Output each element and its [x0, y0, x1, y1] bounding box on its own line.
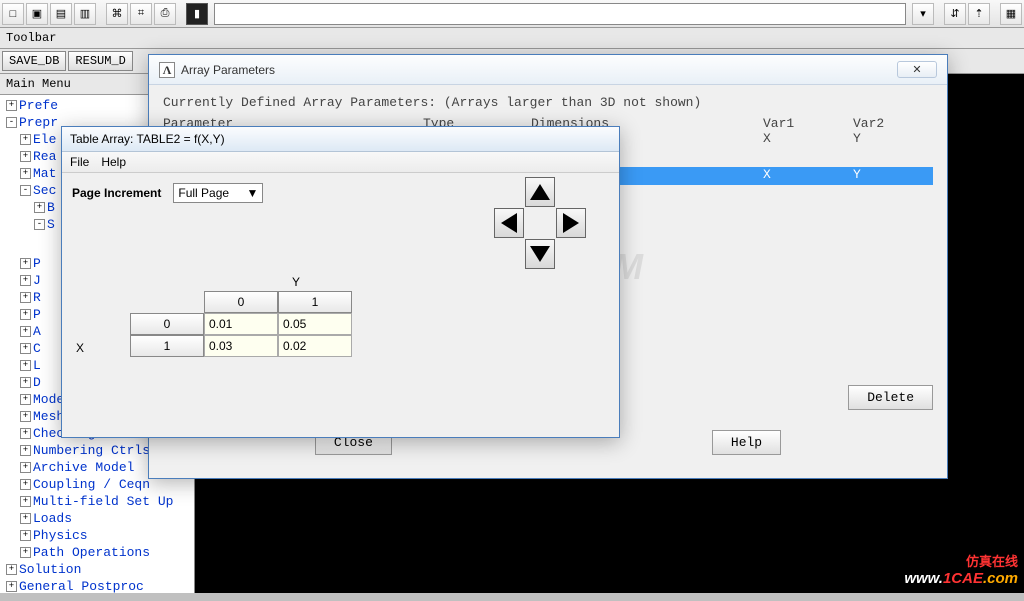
tree-item[interactable]: +Multi-field Set Up: [2, 493, 192, 510]
arrow-down-button[interactable]: [525, 239, 555, 269]
help-button[interactable]: Help: [712, 430, 781, 455]
resum-db-button[interactable]: RESUM_D: [68, 51, 132, 71]
save-db-button[interactable]: SAVE_DB: [2, 51, 66, 71]
icon-toolbar: □ ▣ ▤ ▥ ⌘ ⌗ ⎙ ▮ ▾ ⇵ ⇡ ▦: [0, 0, 1024, 28]
chevron-down-icon: ▼: [246, 186, 258, 200]
cell-1-0[interactable]: 0.03: [204, 335, 278, 357]
tb-tool3-icon[interactable]: ⎙: [154, 3, 176, 25]
tb-save-icon[interactable]: ▤: [50, 3, 72, 25]
page-increment-label: Page Increment: [72, 186, 161, 200]
tb-sort-icon[interactable]: ⇵: [944, 3, 966, 25]
col-header-0[interactable]: 0: [204, 291, 278, 313]
row-header-0[interactable]: 0: [130, 313, 204, 335]
tb-up-icon[interactable]: ⇡: [968, 3, 990, 25]
tree-item[interactable]: +Loads: [2, 510, 192, 527]
page-increment-select[interactable]: Full Page ▼: [173, 183, 263, 203]
tb-grid-icon[interactable]: ▦: [1000, 3, 1022, 25]
array-dialog-titlebar[interactable]: Λ Array Parameters ✕: [149, 55, 947, 85]
tree-item[interactable]: +Solution: [2, 561, 192, 578]
col-header-1[interactable]: 1: [278, 291, 352, 313]
arrow-left-button[interactable]: [494, 208, 524, 238]
toolbar-label: Toolbar: [0, 28, 1024, 49]
command-input[interactable]: [214, 3, 906, 25]
delete-button[interactable]: Delete: [848, 385, 933, 410]
x-axis-label: X: [76, 341, 84, 355]
tree-item[interactable]: +General Postproc: [2, 578, 192, 593]
row-header-1[interactable]: 1: [130, 335, 204, 357]
tb-console-icon[interactable]: ▮: [186, 3, 208, 25]
ansys-logo-icon: Λ: [159, 62, 175, 78]
cell-1-1[interactable]: 0.02: [278, 335, 352, 357]
help-menu[interactable]: Help: [101, 155, 126, 169]
cell-0-0[interactable]: 0.01: [204, 313, 278, 335]
tb-print-icon[interactable]: ▥: [74, 3, 96, 25]
arrow-right-button[interactable]: [556, 208, 586, 238]
nav-arrows: [494, 177, 586, 269]
close-icon[interactable]: ✕: [897, 61, 937, 78]
data-grid: Y X 0 1 0 0.01 0.05 1 0.03 0.02: [130, 291, 352, 357]
cell-0-1[interactable]: 0.05: [278, 313, 352, 335]
table-dialog-title: Table Array: TABLE2 = f(X,Y): [70, 132, 225, 146]
tb-tool1-icon[interactable]: ⌘: [106, 3, 128, 25]
tb-tool2-icon[interactable]: ⌗: [130, 3, 152, 25]
tree-item[interactable]: +Physics: [2, 527, 192, 544]
table-dialog-titlebar[interactable]: Table Array: TABLE2 = f(X,Y): [62, 127, 619, 152]
y-axis-label: Y: [292, 275, 300, 289]
arrow-up-button[interactable]: [525, 177, 555, 207]
tb-open-icon[interactable]: ▣: [26, 3, 48, 25]
tb-dropdown-icon[interactable]: ▾: [912, 3, 934, 25]
array-dialog-title: Array Parameters: [181, 63, 275, 77]
table-array-dialog: Table Array: TABLE2 = f(X,Y) File Help P…: [61, 126, 620, 438]
table-menu-bar: File Help: [62, 152, 619, 173]
tb-new-icon[interactable]: □: [2, 3, 24, 25]
array-subtitle: Currently Defined Array Parameters: (Arr…: [163, 95, 933, 110]
tree-item[interactable]: +Path Operations: [2, 544, 192, 561]
file-menu[interactable]: File: [70, 155, 89, 169]
watermark: 仿真在线 www.1CAE.com: [904, 551, 1018, 587]
